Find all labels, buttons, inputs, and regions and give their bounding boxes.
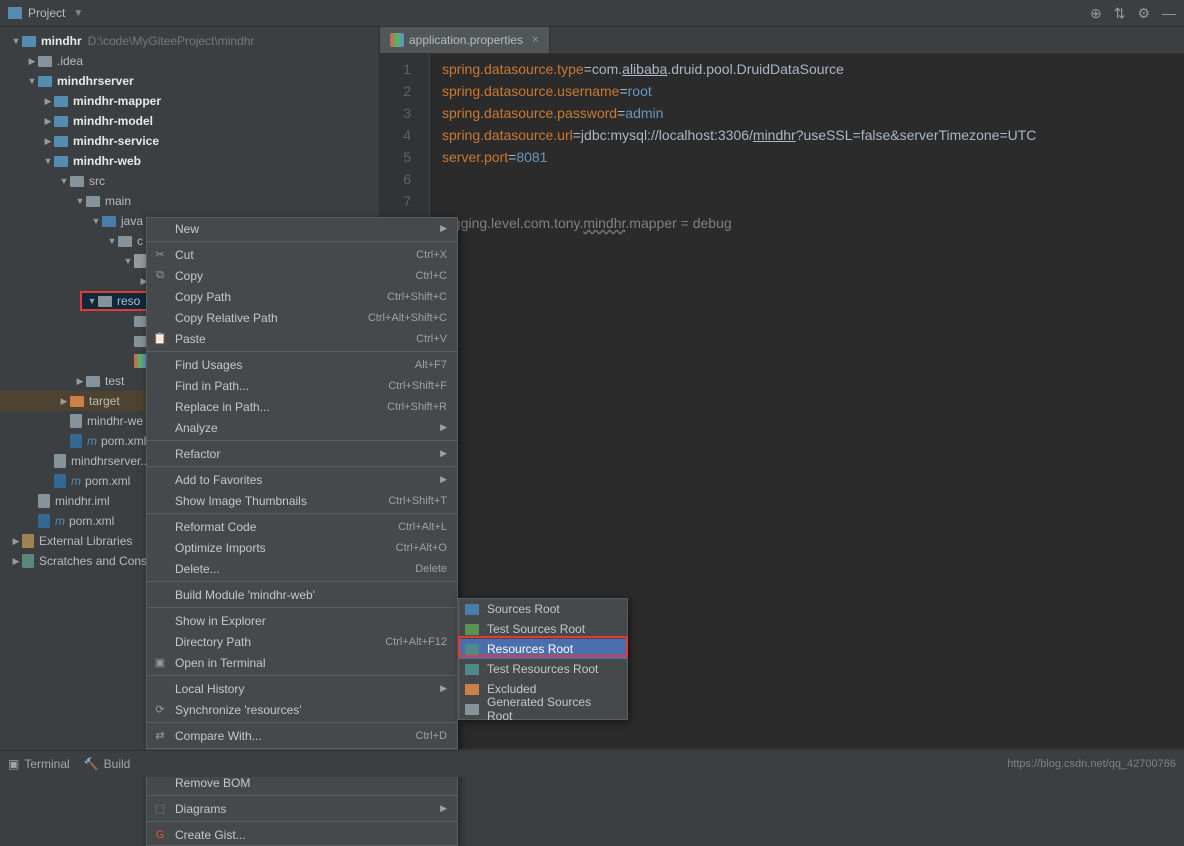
terminal-icon: ▣ (153, 656, 167, 670)
close-icon[interactable]: × (532, 34, 538, 46)
menu-create-gist[interactable]: GCreate Gist... (147, 824, 457, 845)
folder-icon (465, 624, 479, 635)
menu-delete[interactable]: Delete...Delete (147, 558, 457, 579)
menu-diagrams[interactable]: ⬚Diagrams▶ (147, 798, 457, 819)
menu-copy-rel[interactable]: Copy Relative PathCtrl+Alt+Shift+C (147, 307, 457, 328)
tree-item-server[interactable]: mindhrserver (0, 71, 379, 91)
menu-add-fav[interactable]: Add to Favorites▶ (147, 469, 457, 490)
tree-item-web[interactable]: mindhr-web (0, 151, 379, 171)
menu-find-in-path[interactable]: Find in Path...Ctrl+Shift+F (147, 375, 457, 396)
tree-item-idea[interactable]: .idea (0, 51, 379, 71)
collapse-icon[interactable]: ⇅ (1114, 5, 1126, 22)
menu-find-usages[interactable]: Find UsagesAlt+F7 (147, 354, 457, 375)
menu-new[interactable]: New▶ (147, 218, 457, 239)
menu-local-history[interactable]: Local History▶ (147, 678, 457, 699)
menu-compare[interactable]: ⇄Compare With...Ctrl+D (147, 725, 457, 746)
menu-copy[interactable]: ⧉CopyCtrl+C (147, 265, 457, 286)
compare-icon: ⇄ (153, 729, 167, 743)
hammer-icon: 🔨 (84, 757, 99, 771)
chevron-down-icon[interactable]: ▼ (73, 8, 83, 19)
watermark-text: https://blog.csdn.net/qq_42700766 (1007, 758, 1176, 770)
folder-icon (465, 684, 479, 695)
menu-cut[interactable]: ✂CutCtrl+X (147, 244, 457, 265)
tree-item-main[interactable]: main (0, 191, 379, 211)
submenu-sources-root[interactable]: Sources Root (459, 599, 627, 619)
folder-icon (465, 604, 479, 615)
editor-tab-bar: application.properties × (380, 27, 1184, 54)
tree-item-model[interactable]: mindhr-model (0, 111, 379, 131)
tab-label: application.properties (409, 33, 523, 47)
mark-directory-submenu: Sources Root Test Sources Root Resources… (458, 598, 628, 720)
tree-item-src[interactable]: src (0, 171, 379, 191)
diagram-icon: ⬚ (153, 802, 167, 816)
folder-icon (465, 704, 479, 715)
tree-root[interactable]: mindhrD:\code\MyGiteeProject\mindhr (0, 31, 379, 51)
submenu-resources-root[interactable]: Resources Root (459, 639, 627, 659)
project-icon (8, 7, 22, 19)
project-label[interactable]: Project (28, 6, 65, 20)
menu-refactor[interactable]: Refactor▶ (147, 443, 457, 464)
menu-sync[interactable]: ⟳Synchronize 'resources' (147, 699, 457, 720)
build-button[interactable]: 🔨Build (84, 757, 131, 771)
menu-copy-path[interactable]: Copy PathCtrl+Shift+C (147, 286, 457, 307)
copy-icon: ⧉ (153, 269, 167, 283)
editor-tab[interactable]: application.properties × (380, 27, 550, 53)
project-tool-header: Project ▼ ⊕ ⇅ ⚙ — (0, 0, 1184, 27)
gear-icon[interactable]: ⚙ (1137, 5, 1150, 22)
menu-paste[interactable]: 📋PasteCtrl+V (147, 328, 457, 349)
submenu-generated-sources[interactable]: Generated Sources Root (459, 699, 627, 719)
folder-icon (465, 644, 479, 655)
target-icon[interactable]: ⊕ (1090, 5, 1102, 22)
menu-dir-path[interactable]: Directory PathCtrl+Alt+F12 (147, 631, 457, 652)
menu-optimize[interactable]: Optimize ImportsCtrl+Alt+O (147, 537, 457, 558)
tree-item-resources[interactable]: reso (80, 291, 150, 311)
minimize-icon[interactable]: — (1162, 5, 1176, 21)
menu-build-module[interactable]: Build Module 'mindhr-web' (147, 584, 457, 605)
status-bar: ▣Terminal 🔨Build https://blog.csdn.net/q… (0, 750, 1184, 777)
tree-item-service[interactable]: mindhr-service (0, 131, 379, 151)
menu-show-img[interactable]: Show Image ThumbnailsCtrl+Shift+T (147, 490, 457, 511)
terminal-button[interactable]: ▣Terminal (8, 757, 70, 771)
menu-reformat[interactable]: Reformat CodeCtrl+Alt+L (147, 516, 457, 537)
sync-icon: ⟳ (153, 703, 167, 717)
github-icon: G (153, 828, 167, 842)
scissors-icon: ✂ (153, 248, 167, 262)
submenu-test-resources-root[interactable]: Test Resources Root (459, 659, 627, 679)
submenu-test-sources-root[interactable]: Test Sources Root (459, 619, 627, 639)
menu-analyze[interactable]: Analyze▶ (147, 417, 457, 438)
tree-item-mapper[interactable]: mindhr-mapper (0, 91, 379, 111)
properties-file-icon (390, 33, 404, 47)
menu-open-terminal[interactable]: ▣Open in Terminal (147, 652, 457, 673)
menu-replace-in-path[interactable]: Replace in Path...Ctrl+Shift+R (147, 396, 457, 417)
terminal-icon: ▣ (8, 757, 19, 771)
paste-icon: 📋 (153, 332, 167, 346)
menu-show-explorer[interactable]: Show in Explorer (147, 610, 457, 631)
folder-icon (465, 664, 479, 675)
